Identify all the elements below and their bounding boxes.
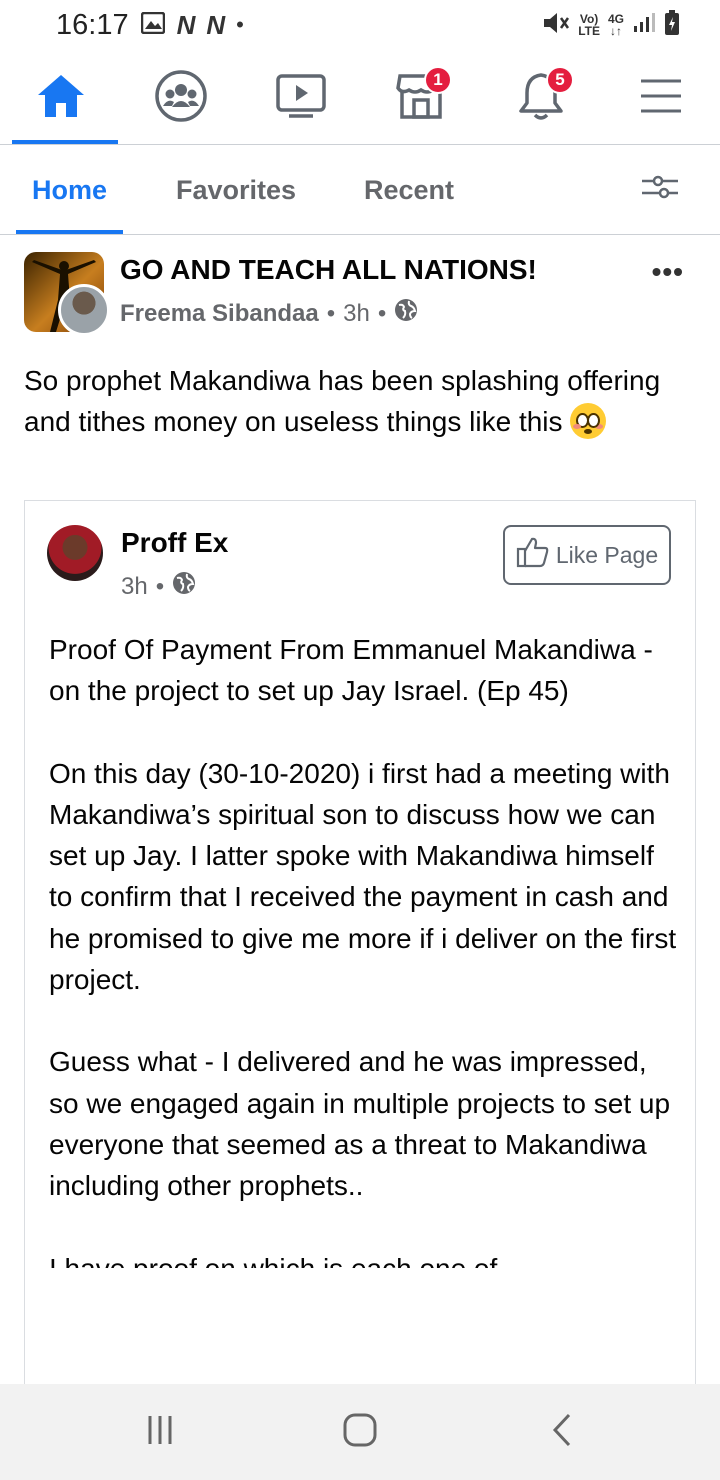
shared-paragraph: Proof Of Payment From Emmanuel Makandiwa…	[49, 634, 653, 707]
recent-apps-button[interactable]	[140, 1412, 180, 1452]
thumbs-up-icon	[516, 536, 550, 574]
post-text: So prophet Makandiwa has been splashing …	[24, 360, 674, 442]
meta-separator: •	[326, 299, 336, 327]
nav-watch[interactable]	[246, 52, 356, 144]
nav-notifications[interactable]: 5	[486, 52, 596, 144]
author-avatar[interactable]	[58, 284, 110, 336]
group-name[interactable]: GO AND TEACH ALL NATIONS!	[120, 254, 537, 286]
notification-n-icon-2: N	[206, 9, 225, 40]
flushed-face-emoji	[570, 403, 607, 439]
nav-home[interactable]	[6, 52, 118, 144]
globe-icon	[172, 571, 196, 602]
globe-icon	[394, 298, 418, 329]
tab-home[interactable]: Home	[15, 146, 124, 234]
tab-favorites[interactable]: Favorites	[176, 146, 296, 234]
feed-tabs: Home Favorites Recent	[0, 146, 720, 234]
data-type-indicator: 4G ↓↑	[607, 12, 624, 38]
volte-indicator: Vo) LTE	[578, 12, 600, 38]
like-page-label: Like Page	[555, 541, 659, 568]
home-button[interactable]	[340, 1412, 380, 1452]
menu-icon	[639, 78, 683, 119]
feed-filter-button[interactable]	[640, 146, 680, 234]
nav-menu[interactable]	[606, 52, 716, 144]
more-notifications-dot: •	[236, 12, 244, 37]
gallery-notification-icon	[140, 11, 165, 39]
back-chevron-icon	[551, 1413, 573, 1452]
marketplace-badge: 1	[424, 66, 452, 94]
home-circle-icon	[343, 1413, 377, 1452]
top-navigation: 1 5	[0, 52, 720, 144]
shared-separator: •	[155, 572, 165, 600]
post-body: So prophet Makandiwa has been splashing …	[24, 365, 661, 437]
shared-post-card[interactable]: Proff Ex 3h • Like Page Proof Of Payment…	[24, 500, 696, 1400]
nav-divider	[0, 144, 720, 145]
recents-icon	[145, 1414, 175, 1451]
battery-icon	[664, 9, 680, 41]
video-icon	[275, 73, 327, 124]
tab-recent[interactable]: Recent	[364, 146, 454, 234]
tabs-divider	[0, 234, 720, 235]
post-header: GO AND TEACH ALL NATIONS! Freema Sibanda…	[0, 246, 720, 346]
sliders-icon	[640, 173, 680, 208]
post-time[interactable]: 3h	[343, 300, 370, 328]
back-button[interactable]	[542, 1412, 582, 1452]
home-icon	[36, 73, 86, 124]
post-meta: Freema Sibandaa • 3h •	[120, 298, 418, 329]
like-page-button[interactable]: Like Page	[503, 525, 671, 585]
shared-time[interactable]: 3h	[121, 573, 148, 601]
nav-groups[interactable]	[126, 52, 236, 144]
notifications-badge: 5	[546, 66, 574, 94]
signal-icon	[632, 12, 656, 39]
system-navigation-bar	[0, 1384, 720, 1480]
page-name[interactable]: Proff Ex	[121, 527, 228, 559]
status-bar: 16:17 N N • Vo) LTE 4G ↓↑	[0, 0, 720, 50]
notification-n-icon: N	[176, 9, 196, 40]
status-time: 16:17	[56, 8, 129, 41]
shared-paragraph: On this day (30-10-2020) i first had a m…	[49, 757, 677, 996]
meta-separator-2: •	[377, 299, 387, 327]
groups-icon	[154, 69, 208, 128]
shared-text: Proof Of Payment From Emmanuel Makandiwa…	[49, 629, 679, 1309]
page-avatar[interactable]	[47, 525, 103, 581]
nav-marketplace[interactable]: 1	[366, 52, 476, 144]
shared-paragraph-cut: I have proof on which is each one of	[49, 1248, 679, 1268]
mute-icon	[542, 11, 570, 40]
author-name[interactable]: Freema Sibandaa	[120, 300, 319, 328]
shared-meta: 3h •	[121, 571, 196, 602]
shared-paragraph: Guess what - I delivered and he was impr…	[49, 1046, 671, 1202]
post-more-button[interactable]: •••	[652, 256, 684, 288]
